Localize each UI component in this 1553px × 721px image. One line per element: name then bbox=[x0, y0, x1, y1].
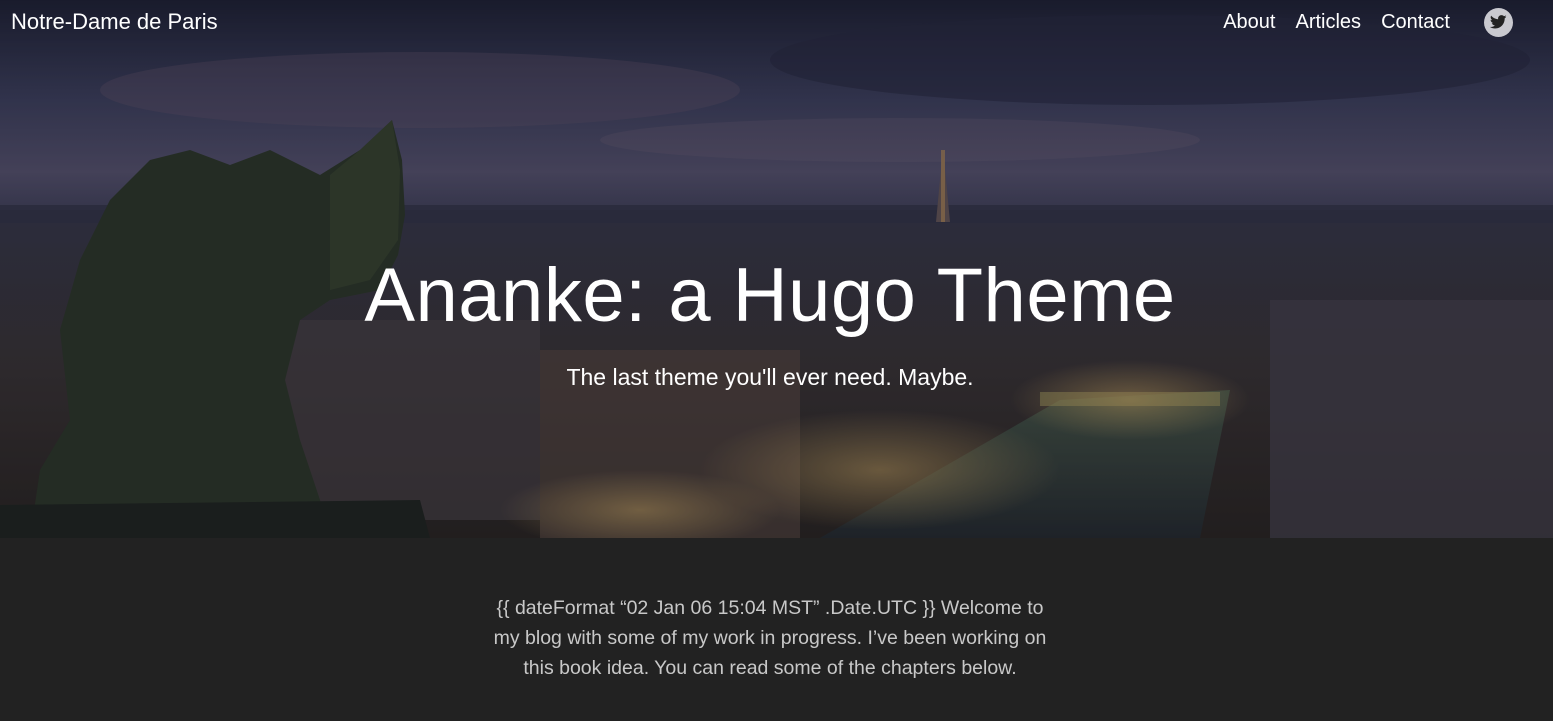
twitter-link[interactable] bbox=[1484, 7, 1513, 37]
nav-link-articles[interactable]: Articles bbox=[1295, 10, 1361, 34]
hero-text: Ananke: a Hugo Theme The last theme you'… bbox=[0, 253, 1540, 391]
hero-heading: Ananke: a Hugo Theme bbox=[364, 253, 1176, 338]
site-title-link[interactable]: Notre-Dame de Paris bbox=[11, 9, 218, 35]
twitter-icon bbox=[1490, 15, 1507, 29]
main-content: {{ dateFormat “02 Jan 06 15:04 MST” .Dat… bbox=[0, 538, 1553, 721]
intro-text: {{ dateFormat “02 Jan 06 15:04 MST” .Dat… bbox=[493, 597, 1047, 679]
hero-subtitle: The last theme you'll ever need. Maybe. bbox=[566, 364, 974, 390]
hero-banner: Notre-Dame de Paris About Articles Conta… bbox=[0, 0, 1553, 538]
nav-link-about[interactable]: About bbox=[1223, 10, 1275, 34]
main-nav: About Articles Contact bbox=[1203, 7, 1513, 37]
nav-link-contact[interactable]: Contact bbox=[1381, 10, 1450, 34]
